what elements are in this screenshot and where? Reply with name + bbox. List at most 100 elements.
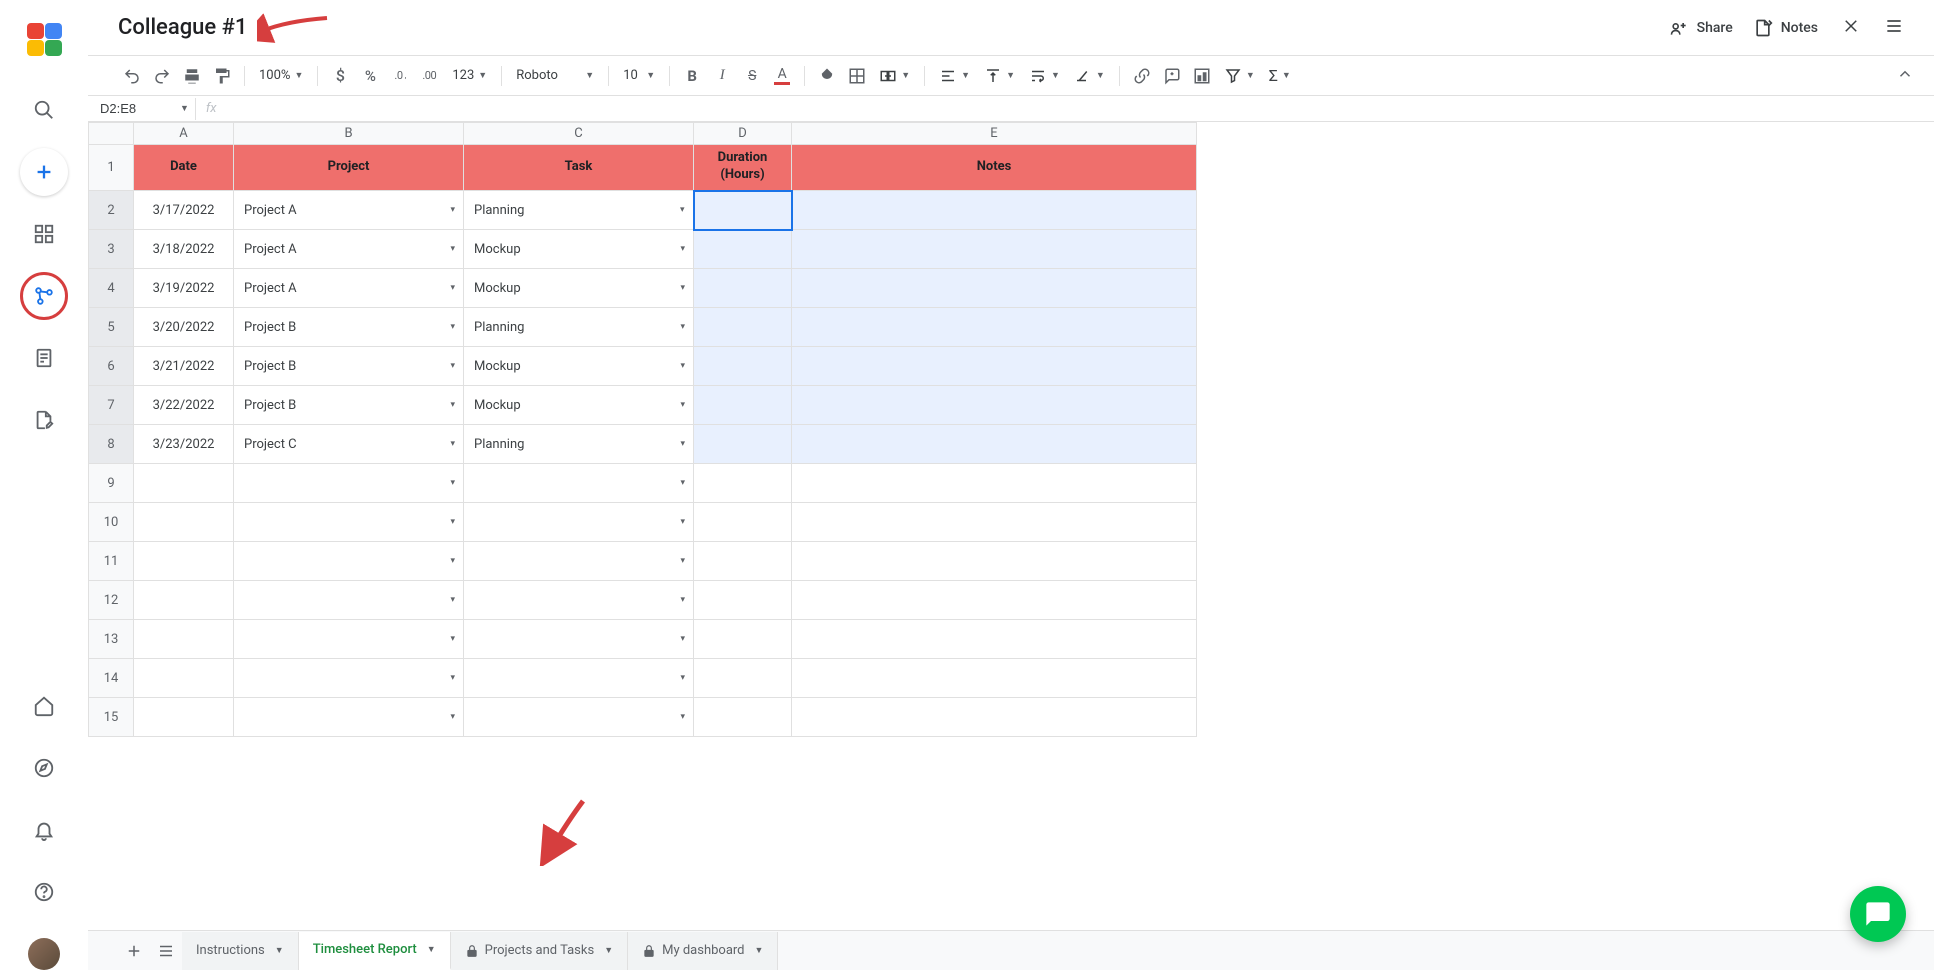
cell[interactable] xyxy=(792,659,1197,698)
print-icon[interactable] xyxy=(178,62,206,90)
add-button[interactable] xyxy=(20,148,68,196)
cell[interactable] xyxy=(694,464,792,503)
cell[interactable] xyxy=(234,464,464,503)
cell-project[interactable]: Project B xyxy=(234,386,464,425)
spreadsheet-grid[interactable]: A B C D E 1 Date Project Task Duration (… xyxy=(88,122,1934,930)
cell[interactable] xyxy=(792,542,1197,581)
cell[interactable] xyxy=(792,620,1197,659)
tab-projects[interactable]: Projects and Tasks▼ xyxy=(451,932,628,970)
cell[interactable] xyxy=(694,503,792,542)
cell[interactable] xyxy=(792,698,1197,737)
merge-cells-icon[interactable]: ▼ xyxy=(873,67,916,85)
cell-task[interactable]: Planning xyxy=(464,191,694,230)
cell[interactable] xyxy=(792,464,1197,503)
add-sheet-icon[interactable] xyxy=(118,935,150,967)
cell-project[interactable]: Project A xyxy=(234,191,464,230)
home-icon[interactable] xyxy=(20,682,68,730)
cell-date[interactable]: 3/17/2022 xyxy=(134,191,234,230)
row-header-1[interactable]: 1 xyxy=(89,145,134,191)
col-header-D[interactable]: D xyxy=(694,123,792,145)
collapse-toolbar-icon[interactable] xyxy=(1896,65,1914,87)
tab-instructions[interactable]: Instructions▼ xyxy=(182,932,299,970)
row-header-12[interactable]: 12 xyxy=(89,581,134,620)
cell-duration[interactable] xyxy=(694,230,792,269)
cell-date[interactable]: 3/19/2022 xyxy=(134,269,234,308)
cell-project[interactable]: Project A xyxy=(234,269,464,308)
share-button[interactable]: Share xyxy=(1659,12,1743,44)
cell[interactable] xyxy=(464,464,694,503)
col-header-B[interactable]: B xyxy=(234,123,464,145)
font-size-select[interactable]: 10▼ xyxy=(617,68,661,83)
cell-notes[interactable] xyxy=(792,347,1197,386)
cell-date[interactable]: 3/23/2022 xyxy=(134,425,234,464)
header-duration[interactable]: Duration (Hours) xyxy=(694,145,792,191)
header-date[interactable]: Date xyxy=(134,145,234,191)
col-header-E[interactable]: E xyxy=(792,123,1197,145)
doc-icon[interactable] xyxy=(20,334,68,382)
explore-icon[interactable] xyxy=(20,744,68,792)
format-select[interactable]: 123▼ xyxy=(446,68,493,83)
cell-task[interactable]: Mockup xyxy=(464,386,694,425)
header-task[interactable]: Task xyxy=(464,145,694,191)
formula-input[interactable] xyxy=(227,99,1934,118)
cell-date[interactable]: 3/22/2022 xyxy=(134,386,234,425)
cell[interactable] xyxy=(134,542,234,581)
close-icon[interactable] xyxy=(1828,11,1874,45)
cell-notes[interactable] xyxy=(792,269,1197,308)
cell[interactable] xyxy=(464,503,694,542)
help-icon[interactable] xyxy=(20,868,68,916)
zoom-select[interactable]: 100%▼ xyxy=(253,68,309,83)
row-header-9[interactable]: 9 xyxy=(89,464,134,503)
dashboard-icon[interactable] xyxy=(20,210,68,258)
cell-task[interactable]: Mockup xyxy=(464,347,694,386)
cell-notes[interactable] xyxy=(792,191,1197,230)
tab-timesheet[interactable]: Timesheet Report▼ xyxy=(299,932,451,970)
cell[interactable] xyxy=(234,581,464,620)
cell-project[interactable]: Project B xyxy=(234,347,464,386)
cell-task[interactable]: Mockup xyxy=(464,230,694,269)
cell[interactable] xyxy=(234,659,464,698)
search-icon[interactable] xyxy=(20,86,68,134)
row-header-15[interactable]: 15 xyxy=(89,698,134,737)
row-header-7[interactable]: 7 xyxy=(89,386,134,425)
cell-duration[interactable] xyxy=(694,308,792,347)
rotate-icon[interactable]: ▼ xyxy=(1068,67,1111,85)
fill-color-icon[interactable] xyxy=(813,62,841,90)
edit-doc-icon[interactable] xyxy=(20,396,68,444)
cell-notes[interactable] xyxy=(792,308,1197,347)
bell-icon[interactable] xyxy=(20,806,68,854)
row-header-3[interactable]: 3 xyxy=(89,230,134,269)
cell-duration[interactable] xyxy=(694,425,792,464)
cell-duration[interactable] xyxy=(694,347,792,386)
cell[interactable] xyxy=(464,620,694,659)
halign-icon[interactable]: ▼ xyxy=(933,67,976,85)
row-header-6[interactable]: 6 xyxy=(89,347,134,386)
cell[interactable] xyxy=(694,698,792,737)
cell-date[interactable]: 3/21/2022 xyxy=(134,347,234,386)
document-title[interactable]: Colleague #1 xyxy=(118,15,247,40)
wrap-icon[interactable]: ▼ xyxy=(1023,67,1066,85)
cell-duration[interactable] xyxy=(694,386,792,425)
row-header-4[interactable]: 4 xyxy=(89,269,134,308)
row-header-8[interactable]: 8 xyxy=(89,425,134,464)
decrease-decimal-icon[interactable]: .0 , xyxy=(386,62,414,90)
functions-icon[interactable]: Σ▼ xyxy=(1263,66,1297,85)
cell-project[interactable]: Project C xyxy=(234,425,464,464)
cell[interactable] xyxy=(234,620,464,659)
cell-notes[interactable] xyxy=(792,425,1197,464)
row-header-13[interactable]: 13 xyxy=(89,620,134,659)
cell[interactable] xyxy=(234,698,464,737)
increase-decimal-icon[interactable]: .00 xyxy=(416,62,444,90)
cell[interactable] xyxy=(694,659,792,698)
cell[interactable] xyxy=(464,581,694,620)
cell[interactable] xyxy=(694,581,792,620)
cell[interactable] xyxy=(792,581,1197,620)
cell-project[interactable]: Project A xyxy=(234,230,464,269)
italic-icon[interactable]: I xyxy=(708,62,736,90)
row-header-2[interactable]: 2 xyxy=(89,191,134,230)
bold-icon[interactable]: B xyxy=(678,62,706,90)
user-avatar[interactable] xyxy=(28,938,60,970)
notes-button[interactable]: Notes xyxy=(1743,12,1828,44)
col-header-A[interactable]: A xyxy=(134,123,234,145)
cell-notes[interactable] xyxy=(792,386,1197,425)
